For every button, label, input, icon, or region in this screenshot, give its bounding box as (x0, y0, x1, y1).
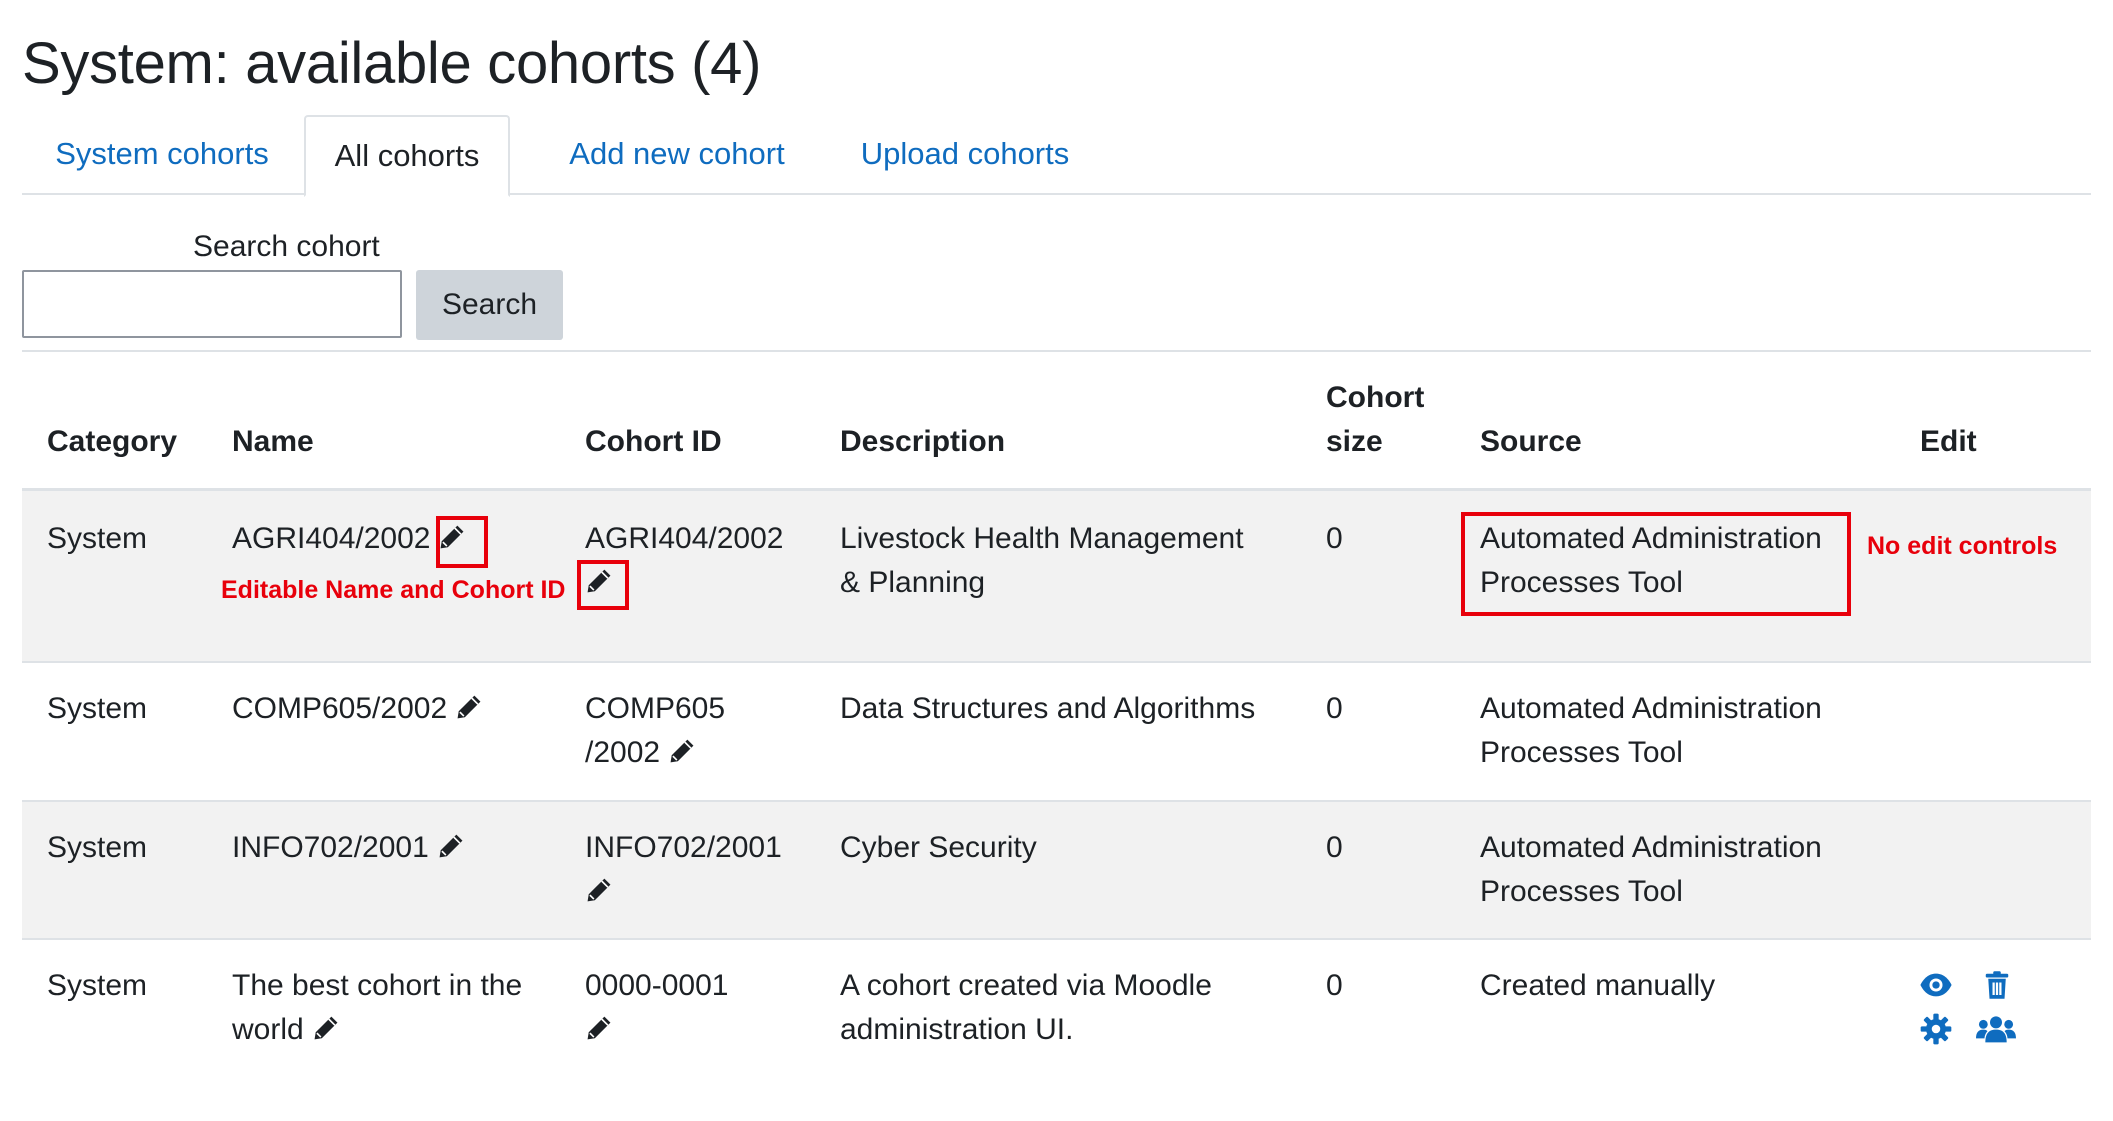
pencil-icon[interactable] (455, 693, 483, 721)
users-icon[interactable] (1976, 1012, 2016, 1046)
search-label: Search cohort (193, 230, 380, 263)
page-title: System: available cohorts (4) (22, 31, 762, 96)
search-button[interactable]: Search (416, 270, 563, 340)
cell-cohort-id: COMP605 /2002 (585, 687, 725, 775)
pencil-icon[interactable] (437, 832, 465, 860)
col-cohort-id[interactable]: Cohort ID (585, 420, 722, 464)
cohort-name: The best cohort in the (232, 969, 523, 1002)
source-line: Processes Tool (1480, 736, 1683, 769)
col-size[interactable]: Cohort size (1326, 376, 1424, 464)
description-line: A cohort created via Moodle (840, 969, 1212, 1002)
col-edit: Edit (1920, 425, 1977, 458)
cohort-name: INFO702/2001 (232, 831, 429, 864)
pencil-icon[interactable] (585, 1014, 613, 1042)
cell-source: Created manually (1480, 969, 1716, 1002)
pencil-icon[interactable] (585, 876, 613, 904)
cell-size: 0 (1326, 969, 1343, 1002)
cohort-id-line2: /2002 (585, 736, 661, 769)
cell-description: Cyber Security (840, 831, 1037, 864)
source-line: Automated Administration (1480, 692, 1822, 725)
cell-cohort-id: INFO702/2001 (585, 826, 782, 914)
trash-icon[interactable] (1982, 968, 2012, 1002)
cell-name: AGRI404/2002 (232, 517, 466, 561)
cell-description: Data Structures and Algorithms (840, 692, 1256, 725)
description-line: Livestock Health Management (840, 522, 1244, 555)
search-input[interactable] (22, 270, 402, 338)
cell-name: COMP605/2002 (232, 687, 483, 731)
source-line: Automated Administration (1480, 831, 1822, 864)
col-size-line2: size (1326, 425, 1383, 458)
annotation-box-source (1461, 512, 1851, 616)
table-row: System COMP605/2002 COMP605 /2002 Data S… (22, 663, 2091, 802)
pencil-icon[interactable] (312, 1014, 340, 1042)
col-category[interactable]: Category (47, 420, 177, 464)
cohort-id-suffix: /2002 (585, 731, 725, 775)
cohort-name-line2: world (232, 1008, 522, 1052)
cohort-name-suffix: world (232, 1013, 304, 1046)
tab-system-cohorts[interactable]: System cohorts (22, 115, 302, 193)
col-source[interactable]: Source (1480, 420, 1582, 464)
cohort-name: AGRI404/2002 (232, 522, 431, 555)
cohort-id: 0000-0001 (585, 969, 729, 1002)
eye-icon[interactable] (1918, 968, 1954, 1002)
table-row: System INFO702/2001 INFO702/2001 Cyber S… (22, 802, 2091, 940)
pencil-icon[interactable] (668, 737, 696, 765)
gear-icon[interactable] (1920, 1012, 1952, 1046)
cell-description: A cohort created via Moodle administrati… (840, 964, 1212, 1052)
cell-cohort-id: 0000-0001 (585, 964, 728, 1052)
cell-size: 0 (1326, 692, 1343, 725)
annotation-box-id-pencil (577, 560, 629, 610)
cohort-id: AGRI404/2002 (585, 522, 784, 555)
cell-name: INFO702/2001 (232, 826, 465, 870)
cell-category: System (47, 831, 148, 864)
cell-category: System (47, 522, 148, 555)
annotation-box-name-pencil (436, 516, 488, 568)
tab-add-new-cohort[interactable]: Add new cohort (532, 115, 822, 193)
cohort-id: INFO702/2001 (585, 831, 782, 864)
table-header: Category Name Cohort ID Description Coho… (22, 352, 2091, 491)
cohort-id: COMP605 (585, 692, 726, 725)
cell-name: The best cohort in the world (232, 964, 522, 1052)
cell-source: Automated Administration Processes Tool (1480, 826, 1822, 914)
description-line: administration UI. (840, 1013, 1074, 1046)
cell-description: Livestock Health Management & Planning (840, 517, 1244, 605)
cell-category: System (47, 969, 148, 1002)
source-line: Processes Tool (1480, 875, 1683, 908)
tab-all-cohorts[interactable]: All cohorts (304, 115, 510, 197)
description-line: & Planning (840, 566, 986, 599)
col-size-line1: Cohort (1326, 381, 1425, 414)
cell-category: System (47, 692, 148, 725)
annotation-no-edit-note: No edit controls (1867, 532, 2058, 560)
cell-size: 0 (1326, 831, 1343, 864)
cohort-tabs: System cohorts All cohorts Add new cohor… (22, 115, 2091, 197)
cohorts-page: System: available cohorts (4) System coh… (0, 0, 2113, 1121)
col-name[interactable]: Name (232, 420, 314, 464)
cell-source: Automated Administration Processes Tool (1480, 687, 1822, 775)
tab-upload-cohorts[interactable]: Upload cohorts (830, 115, 1100, 193)
col-description: Description (840, 425, 1006, 458)
cell-size: 0 (1326, 522, 1343, 555)
annotation-editable-note: Editable Name and Cohort ID (221, 576, 566, 604)
cohort-name: COMP605/2002 (232, 692, 448, 725)
table-row: System The best cohort in the world 0000… (22, 940, 2091, 1090)
